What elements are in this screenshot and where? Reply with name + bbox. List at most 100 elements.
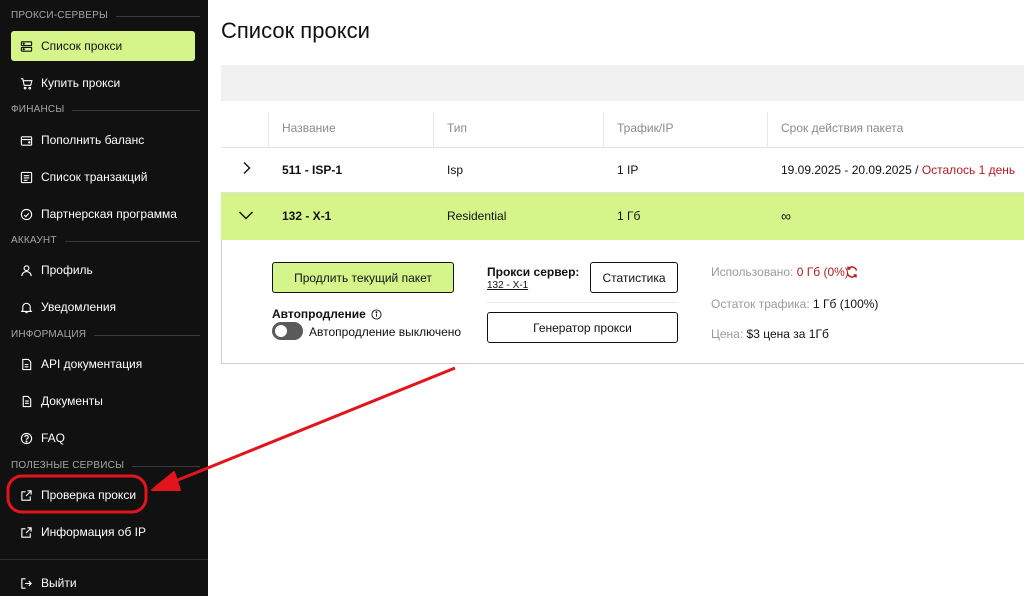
autorenew-toggle[interactable] [272,322,303,340]
section-finance-wrap: ФИНАНСЫ [0,104,200,118]
user-icon [20,264,33,277]
row-traffic: 1 Гб [617,209,641,223]
price: Цена: $3 цена за 1Гб [711,327,829,341]
sidebar-item-top-up[interactable]: Пополнить баланс [11,125,195,155]
sidebar-item-label: Проверка прокси [41,488,137,502]
used-traffic: Использовано: 0 Гб (0%) [711,265,849,279]
used-label: Использовано: [711,265,794,279]
row-period: 19.09.2025 - 20.09.2025 / Осталось 1 ден… [781,163,1015,177]
sidebar-item-api-docs[interactable]: API документация [11,349,195,379]
sidebar-item-ip-info[interactable]: Информация об IP [11,517,195,547]
sidebar-item-label: Профиль [41,263,93,277]
section-title-services: ПОЛЕЗНЫЕ СЕРВИСЫ [11,460,200,471]
statistics-button[interactable]: Статистика [590,262,678,293]
sidebar-item-profile[interactable]: Профиль [11,255,195,285]
sidebar-item-faq[interactable]: FAQ [11,423,195,453]
sidebar-item-label: API документация [41,357,143,371]
section-title-finance: ФИНАНСЫ [11,104,200,115]
autorenew-label-wrap: Автопродление [272,307,382,321]
row-type: Isp [447,163,464,177]
section-proxy-servers-wrap: ПРОКСИ-СЕРВЕРЫ [0,10,200,24]
section-title-account: АККАУНТ [11,235,200,246]
filter-toolbar [221,65,1024,101]
row-type: Residential [447,209,507,223]
sidebar-item-label: Купить прокси [41,76,121,90]
column-separator [767,112,768,148]
question-icon [20,432,33,445]
wallet-icon [20,134,33,147]
proxy-server-label: Прокси сервер: [487,265,580,279]
api-doc-icon [20,358,33,371]
column-separator [433,112,434,148]
section-title-proxy-servers: ПРОКСИ-СЕРВЕРЫ [11,10,200,21]
info-icon[interactable] [371,308,382,320]
sidebar-item-partner-program[interactable]: Партнерская программа [11,199,195,229]
bell-icon [20,301,33,314]
table-header: Название Тип Трафик/IP Срок действия пак… [221,112,1024,148]
sidebar-item-label: Пополнить баланс [41,133,145,147]
list-icon [20,171,33,184]
row-remaining: Осталось 1 день [921,163,1016,177]
logout-icon [20,577,33,590]
column-header-period[interactable]: Срок действия пакета [781,121,903,135]
sidebar-item-label: Список транзакций [41,170,148,184]
sidebar-item-label: FAQ [41,431,66,445]
sidebar-item-proxy-list[interactable]: Список прокси [11,31,195,61]
price-value: $3 цена за 1Гб [746,327,829,341]
toggle-knob [275,325,287,337]
sidebar-item-transactions[interactable]: Список транзакций [11,162,195,192]
column-header-traffic[interactable]: Трафик/IP [617,121,674,135]
section-services-wrap: ПОЛЕЗНЫЕ СЕРВИСЫ [0,460,200,474]
annotation-arrow-line [167,366,456,486]
row-name: 511 - ISP-1 [282,163,343,177]
column-separator [268,112,269,148]
external-link-icon [20,489,33,502]
sidebar-item-label: Информация об IP [41,525,147,539]
proxy-server-link[interactable]: 132 - X-1 [487,280,528,291]
column-separator [603,112,604,148]
sidebar: ПРОКСИ-СЕРВЕРЫ Список прокси Купить прок… [0,0,208,596]
section-info-wrap: ИНФОРМАЦИЯ [0,329,200,343]
sidebar-item-buy-proxy[interactable]: Купить прокси [11,68,195,98]
sidebar-item-label: Список прокси [41,39,123,53]
used-value: 0 Гб (0%) [796,265,849,279]
partner-icon [20,208,33,221]
sidebar-divider [0,559,208,560]
autorenew-label: Автопродление [272,307,366,321]
column-header-type[interactable]: Тип [447,121,467,135]
row-name: 132 - X-1 [282,209,332,223]
page-title: Список прокси [221,18,370,43]
refresh-icon[interactable] [845,265,859,279]
price-label: Цена: [711,327,744,341]
table-row[interactable]: 511 - ISP-1 Isp 1 IP 19.09.2025 - 20.09.… [221,148,1024,193]
sidebar-item-label: Документы [41,394,103,408]
proxy-generator-button[interactable]: Генератор прокси [487,312,678,343]
remaining-traffic: Остаток трафика: 1 Гб (100%) [711,297,878,311]
proxy-details-panel: Продлить текущий пакет Автопродление Авт… [221,240,1024,364]
table-row-expanded[interactable]: 132 - X-1 Residential 1 Гб ∞ [221,193,1024,240]
sidebar-item-logout[interactable]: Выйти [11,568,195,596]
external-link-icon [20,526,33,539]
sidebar-item-documents[interactable]: Документы [11,386,195,416]
row-traffic: 1 IP [617,163,639,177]
sidebar-item-label: Выйти [41,576,77,590]
cart-icon [20,77,33,90]
remaining-label: Остаток трафика: [711,297,810,311]
sidebar-item-label: Уведомления [41,300,117,314]
sidebar-item-notifications[interactable]: Уведомления [11,292,195,322]
row-period-separator: / [915,163,919,177]
extend-package-button[interactable]: Продлить текущий пакет [272,262,454,293]
column-header-name[interactable]: Название [282,121,336,135]
row-period: ∞ [781,208,791,224]
server-icon [20,40,33,53]
chevron-right-icon[interactable] [238,160,254,176]
chevron-down-icon[interactable] [238,207,254,223]
section-title-info: ИНФОРМАЦИЯ [11,329,200,340]
documents-icon [20,395,33,408]
autorenew-status: Автопродление выключено [309,325,462,339]
section-account-wrap: АККАУНТ [0,235,200,249]
panel-divider [487,302,678,303]
row-period-dates: 19.09.2025 - 20.09.2025 [781,163,912,177]
sidebar-item-label: Партнерская программа [41,207,177,221]
sidebar-item-proxy-checker[interactable]: Проверка прокси [11,480,195,510]
